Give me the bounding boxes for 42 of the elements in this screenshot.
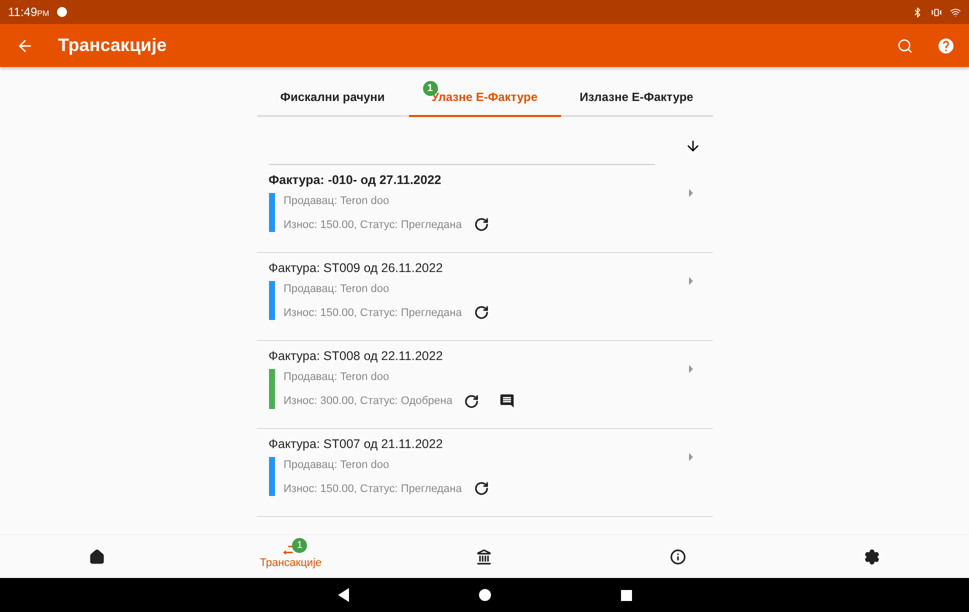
wifi-icon [950,6,961,18]
refresh-icon[interactable] [474,217,489,232]
search-button[interactable] [897,38,913,54]
recents-nav-icon[interactable] [620,590,632,600]
invoice-details: Износ: 150.00, Статус: Прегледана [284,482,462,494]
invoice-details: Износ: 150.00, Статус: Прегледана [284,218,462,230]
invoice-details: Износ: 300.00, Статус: Одобрена [284,395,452,407]
tab[interactable]: Фискални рачуни [256,79,408,117]
seller-text: Продавац: Teron doo [284,195,390,207]
tab[interactable]: Излазне Е-Фактуре [560,79,712,117]
nav-badge: 1 [292,538,308,553]
refresh-icon[interactable] [474,481,489,496]
nav-label: Трансакције [260,557,322,569]
seller-text: Продавац: Teron doo [284,371,390,383]
sort-button[interactable] [684,138,700,154]
caret-icon [688,277,692,285]
refresh-icon[interactable] [474,305,489,320]
caret-icon [688,453,692,461]
caret-icon [688,365,692,373]
home-icon [88,548,105,564]
invoice-title: Фактура: -010- од 27.11.2022 [268,173,442,187]
invoice-title: Фактура: ST007 од 21.11.2022 [268,437,444,451]
app-title: Трансакције [58,35,167,56]
seller-text: Продавац: Teron doo [284,283,390,295]
info-icon [670,548,686,564]
help-button[interactable] [937,36,955,54]
bluetooth-icon [912,6,923,18]
nav-item[interactable]: 1 Трансакције [194,535,388,578]
home-nav-icon[interactable] [478,589,490,601]
vibrate-icon [931,6,942,18]
refresh-icon[interactable] [464,394,480,408]
comment-icon[interactable] [499,393,516,409]
bank-icon [476,548,492,564]
invoice-details: Износ: 150.00, Статус: Прегледана [284,306,462,318]
settings-icon [864,548,880,564]
notification-icon [57,7,68,17]
invoice-title: Фактура: ST008 од 22.11.2022 [268,349,444,363]
invoice-title: Фактура: ST009 од 26.11.2022 [268,261,444,275]
seller-text: Продавац: Teron doo [284,459,390,471]
status-time: 11:49PM [8,5,50,19]
back-nav-icon[interactable] [338,588,348,602]
caret-icon [688,189,692,197]
